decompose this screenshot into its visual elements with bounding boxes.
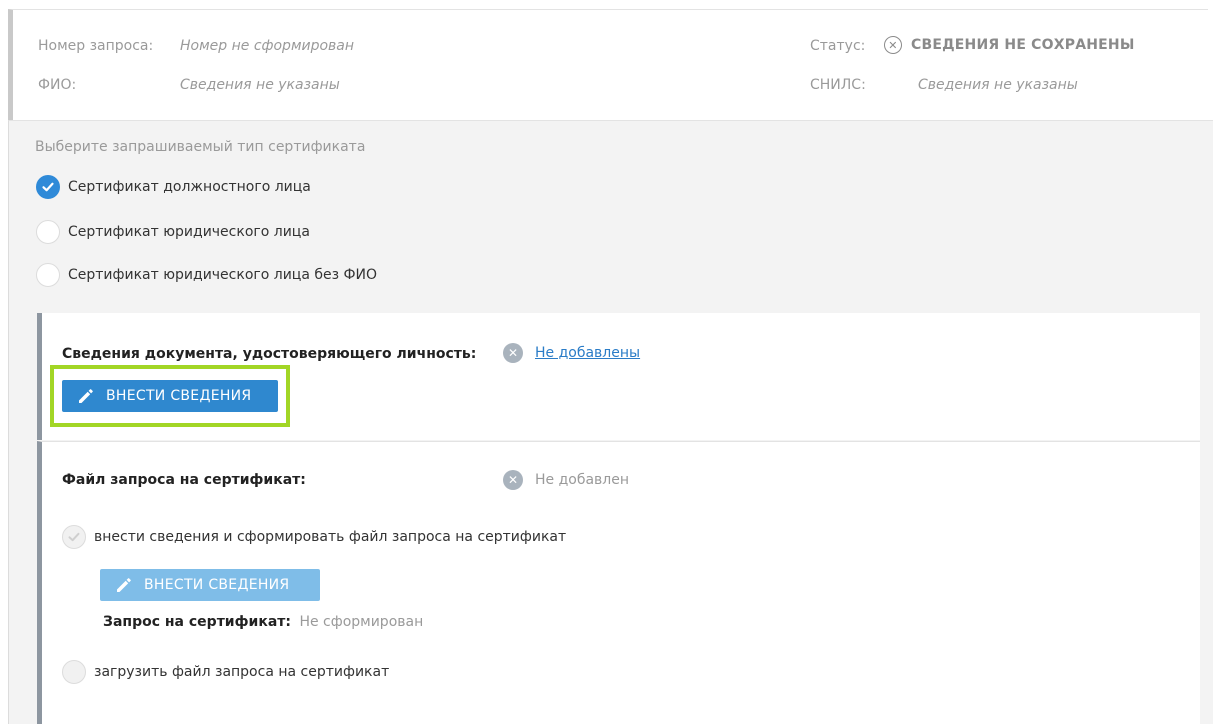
button-label: ВНЕСТИ СВЕДЕНИЯ (144, 577, 290, 593)
checkmark-icon[interactable] (36, 175, 60, 199)
radio-label: внести сведения и сформировать файл запр… (94, 529, 567, 545)
fio-label: ФИО: (38, 77, 77, 93)
snils-label: СНИЛС: (810, 77, 866, 93)
radio-circle-icon[interactable] (36, 263, 60, 287)
radio-label: Сертификат юридического лица без ФИО (68, 267, 378, 283)
radio-circle-icon[interactable] (62, 660, 86, 684)
certificate-request-info: Запрос на сертификат: Не сформирован (103, 614, 423, 630)
snils-value: Сведения не указаны (918, 77, 1078, 93)
button-label: ВНЕСТИ СВЕДЕНИЯ (106, 388, 252, 404)
radio-generate-request[interactable]: внести сведения и сформировать файл запр… (62, 525, 566, 549)
status-label: Статус: (810, 38, 866, 54)
request-file-status: ✕ Не добавлен (503, 470, 629, 490)
enter-identity-details-button[interactable]: ВНЕСТИ СВЕДЕНИЯ (62, 380, 278, 412)
radio-legal-entity-no-fio-certificate[interactable]: Сертификат юридического лица без ФИО (36, 263, 377, 287)
checkmark-icon[interactable] (62, 525, 86, 549)
identity-document-label: Сведения документа, удостоверяющего личн… (62, 346, 477, 362)
radio-circle-icon[interactable] (36, 220, 60, 244)
request-number-label: Номер запроса: (38, 38, 154, 54)
pencil-icon (117, 578, 131, 592)
radio-label: Сертификат юридического лица (68, 224, 310, 240)
status-value: СВЕДЕНИЯ НЕ СОХРАНЕНЫ (911, 37, 1135, 53)
radio-upload-request[interactable]: загрузить файл запроса на сертификат (62, 660, 389, 684)
pencil-icon (79, 389, 93, 403)
radio-legal-entity-certificate[interactable]: Сертификат юридического лица (36, 220, 310, 244)
identity-document-status: ✕ Не добавлены (503, 343, 640, 363)
page: Номер запроса: Номер не сформирован ФИО:… (0, 0, 1213, 724)
certificate-request-label: Запрос на сертификат: (103, 614, 291, 630)
radio-official-certificate[interactable]: Сертификат должностного лица (36, 175, 311, 199)
request-file-status-text: Не добавлен (535, 472, 630, 488)
circle-x-icon: ✕ (884, 36, 902, 54)
request-file-label: Файл запроса на сертификат: (62, 472, 306, 488)
radio-label: загрузить файл запроса на сертификат (94, 664, 390, 680)
circle-x-icon: ✕ (503, 343, 523, 363)
circle-x-icon: ✕ (503, 470, 523, 490)
status-badge: ✕ СВЕДЕНИЯ НЕ СОХРАНЕНЫ (884, 36, 1135, 54)
request-number-value: Номер не сформирован (180, 38, 355, 54)
radio-label: Сертификат должностного лица (68, 179, 311, 195)
enter-request-details-button[interactable]: ВНЕСТИ СВЕДЕНИЯ (100, 569, 320, 601)
identity-document-status-link[interactable]: Не добавлены (535, 345, 640, 361)
certificate-request-value: Не сформирован (299, 614, 424, 630)
request-header (8, 9, 1208, 120)
fio-value: Сведения не указаны (180, 77, 340, 93)
certificate-type-prompt: Выберите запрашиваемый тип сертификата (35, 139, 366, 155)
